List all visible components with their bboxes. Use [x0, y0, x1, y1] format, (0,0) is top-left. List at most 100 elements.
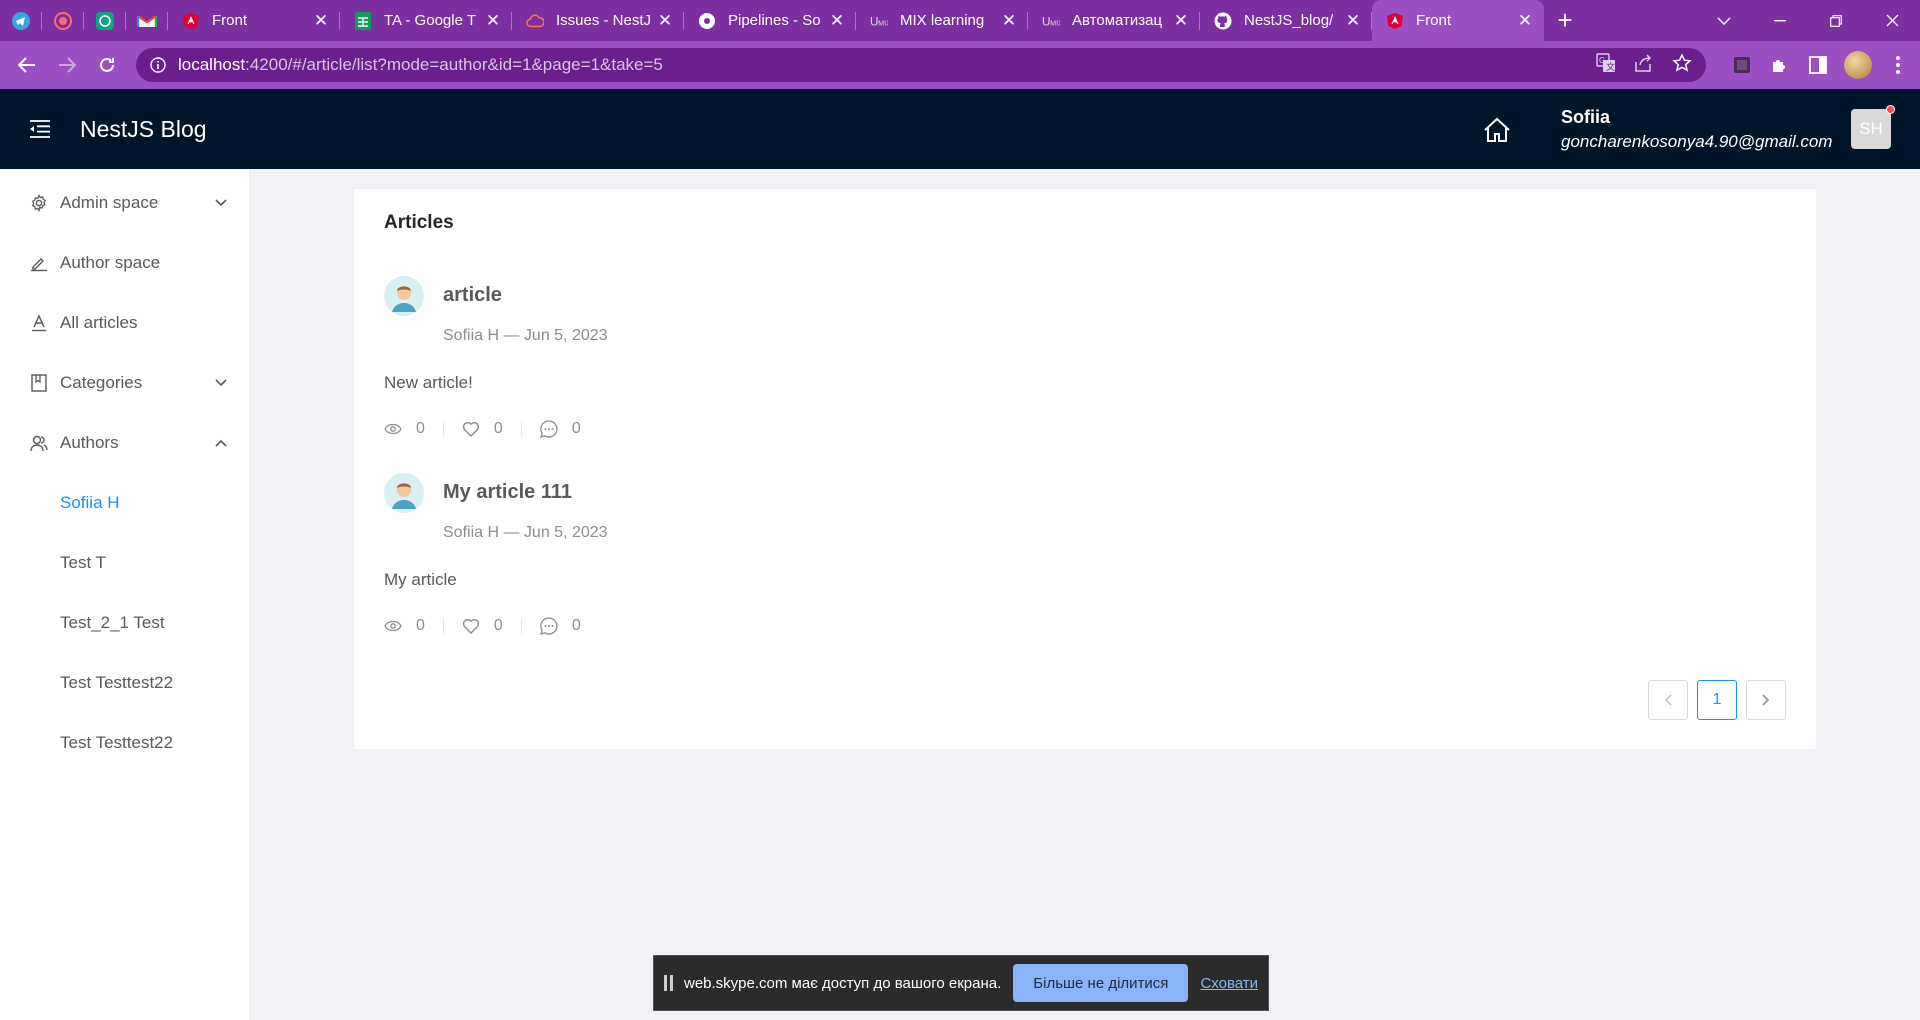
- views-count: 0: [416, 420, 425, 437]
- browser-tab[interactable]: NestJS_blog/ ✕: [1200, 0, 1372, 41]
- like-action[interactable]: 0: [462, 617, 503, 635]
- circleci-icon: [698, 12, 716, 30]
- next-page-button[interactable]: [1746, 680, 1786, 720]
- views-action[interactable]: 0: [384, 420, 425, 438]
- sidebar-item-categories[interactable]: Categories: [0, 363, 249, 403]
- translate-icon[interactable]: 文G: [1596, 52, 1616, 78]
- address-bar[interactable]: localhost:4200/#/article/list?mode=autho…: [136, 48, 1706, 82]
- likes-count: 0: [493, 617, 503, 634]
- profile-avatar[interactable]: [1844, 51, 1872, 79]
- browser-tab[interactable]: Front ✕: [168, 0, 340, 41]
- sidebar-item-all-articles[interactable]: All articles: [0, 303, 249, 343]
- drag-handle-icon[interactable]: [664, 975, 674, 991]
- tab-close-icon[interactable]: ✕: [828, 11, 846, 31]
- page-1-button[interactable]: 1: [1697, 680, 1737, 720]
- browser-tab-active[interactable]: Front ✕: [1372, 0, 1544, 41]
- browser-tab-strip: Front ✕ TA - Google T ✕ Issues - NestJ ✕…: [0, 0, 1920, 41]
- pinned-tab-gmail[interactable]: [126, 0, 168, 41]
- google-sheets-icon: [354, 11, 372, 30]
- pinned-tab-telegram[interactable]: [0, 0, 42, 41]
- tab-close-icon[interactable]: ✕: [312, 11, 330, 31]
- angular-icon: [1386, 12, 1404, 30]
- prev-page-button[interactable]: [1648, 680, 1688, 720]
- likes-count: 0: [493, 420, 503, 437]
- article-description: New article!: [384, 373, 473, 392]
- brand-title[interactable]: NestJS Blog: [80, 116, 207, 143]
- tab-close-icon[interactable]: ✕: [484, 11, 502, 31]
- sidebar-item-label: Author space: [60, 253, 161, 272]
- gmail-icon: [137, 14, 157, 27]
- share-icon[interactable]: [1634, 53, 1654, 77]
- comments-action[interactable]: 0: [539, 420, 581, 438]
- puzzle-icon[interactable]: [1768, 53, 1792, 77]
- tab-close-icon[interactable]: ✕: [1000, 11, 1018, 31]
- sidebar-author-test-testtest22[interactable]: Test Testtest22: [0, 663, 249, 703]
- stop-sharing-button[interactable]: Більше не ділитися: [1013, 964, 1189, 1002]
- bookmark-star-icon[interactable]: [1672, 52, 1692, 78]
- tab-close-icon[interactable]: ✕: [1344, 11, 1362, 31]
- browser-tab[interactable]: UMIX Автоматизац ✕: [1028, 0, 1200, 41]
- reload-button[interactable]: [87, 45, 127, 85]
- svg-text:MIX: MIX: [1050, 18, 1060, 27]
- sidebar-item-author-space[interactable]: Author space: [0, 243, 249, 283]
- pinned-tab-openai[interactable]: [84, 0, 126, 41]
- extension-icon[interactable]: [1730, 53, 1754, 77]
- side-panel-icon[interactable]: [1806, 53, 1830, 77]
- author-avatar[interactable]: [384, 276, 424, 316]
- articles-card: Articles article Sofiia H — Jun 5, 2023 …: [354, 189, 1816, 749]
- sidebar-author-test-testtest22[interactable]: Test Testtest22: [0, 723, 249, 763]
- window-controls: [1696, 0, 1920, 41]
- arrow-left-icon: [18, 57, 35, 73]
- home-button[interactable]: [1480, 113, 1514, 147]
- tab-close-icon[interactable]: ✕: [1516, 11, 1534, 31]
- sidebar-author-test-t[interactable]: Test T: [0, 543, 249, 583]
- team-icon: [28, 432, 50, 454]
- svg-text:文: 文: [1606, 61, 1615, 72]
- comments-count: 0: [571, 617, 581, 634]
- minimize-button[interactable]: [1752, 0, 1808, 41]
- tab-title: Pipelines - So: [728, 12, 821, 29]
- svg-text:MIX: MIX: [878, 18, 888, 27]
- divider: [520, 421, 522, 437]
- close-window-button[interactable]: [1864, 0, 1920, 41]
- menu-toggle-button[interactable]: [0, 89, 80, 169]
- views-action[interactable]: 0: [384, 617, 425, 635]
- article-actions: 0 0 0: [384, 615, 581, 637]
- back-button[interactable]: [7, 45, 47, 85]
- home-icon: [1484, 117, 1510, 142]
- article-title[interactable]: article: [443, 284, 502, 307]
- comments-action[interactable]: 0: [539, 617, 581, 635]
- tab-title: TA - Google T: [384, 12, 476, 29]
- browser-tab[interactable]: Pipelines - So ✕: [684, 0, 856, 41]
- chevron-left-icon: [1664, 694, 1672, 706]
- restore-button[interactable]: [1808, 0, 1864, 41]
- tab-close-icon[interactable]: ✕: [1172, 11, 1190, 31]
- hide-link[interactable]: Сховати: [1200, 975, 1258, 992]
- sidebar-author-test-2-1[interactable]: Test_2_1 Test: [0, 603, 249, 643]
- sidebar: Admin space Author space All articles Ca…: [0, 169, 250, 1020]
- like-action[interactable]: 0: [462, 420, 503, 438]
- forward-button[interactable]: [47, 45, 87, 85]
- tab-search-chevron-icon[interactable]: [1696, 0, 1752, 41]
- new-tab-button[interactable]: +: [1544, 0, 1586, 41]
- sidebar-item-authors[interactable]: Authors: [0, 423, 249, 463]
- author-avatar[interactable]: [384, 473, 424, 513]
- github-icon: [1214, 12, 1232, 30]
- app-header: NestJS Blog Sofiia goncharenkosonya4.90@…: [0, 89, 1920, 169]
- browser-tab[interactable]: TA - Google T ✕: [340, 0, 512, 41]
- sidebar-item-admin-space[interactable]: Admin space: [0, 183, 249, 223]
- sidebar-author-sofiia-h[interactable]: Sofiia H: [0, 483, 249, 523]
- pinned-tab-record[interactable]: [42, 0, 84, 41]
- heart-icon: [462, 420, 480, 438]
- chevron-down-icon: [213, 375, 229, 391]
- info-icon[interactable]: [150, 57, 166, 73]
- chevron-right-icon: [1762, 694, 1770, 706]
- browser-tab[interactable]: UMIX MIX learning ✕: [856, 0, 1028, 41]
- share-message: web.skype.com має доступ до вашого екран…: [684, 974, 1002, 992]
- user-info[interactable]: Sofiia goncharenkosonya4.90@gmail.com: [1561, 107, 1832, 152]
- tab-close-icon[interactable]: ✕: [656, 11, 674, 31]
- article-title[interactable]: My article 111: [443, 481, 572, 504]
- browser-tab[interactable]: Issues - NestJ ✕: [512, 0, 684, 41]
- user-avatar[interactable]: SH: [1851, 105, 1895, 149]
- kebab-menu-icon[interactable]: [1886, 53, 1910, 77]
